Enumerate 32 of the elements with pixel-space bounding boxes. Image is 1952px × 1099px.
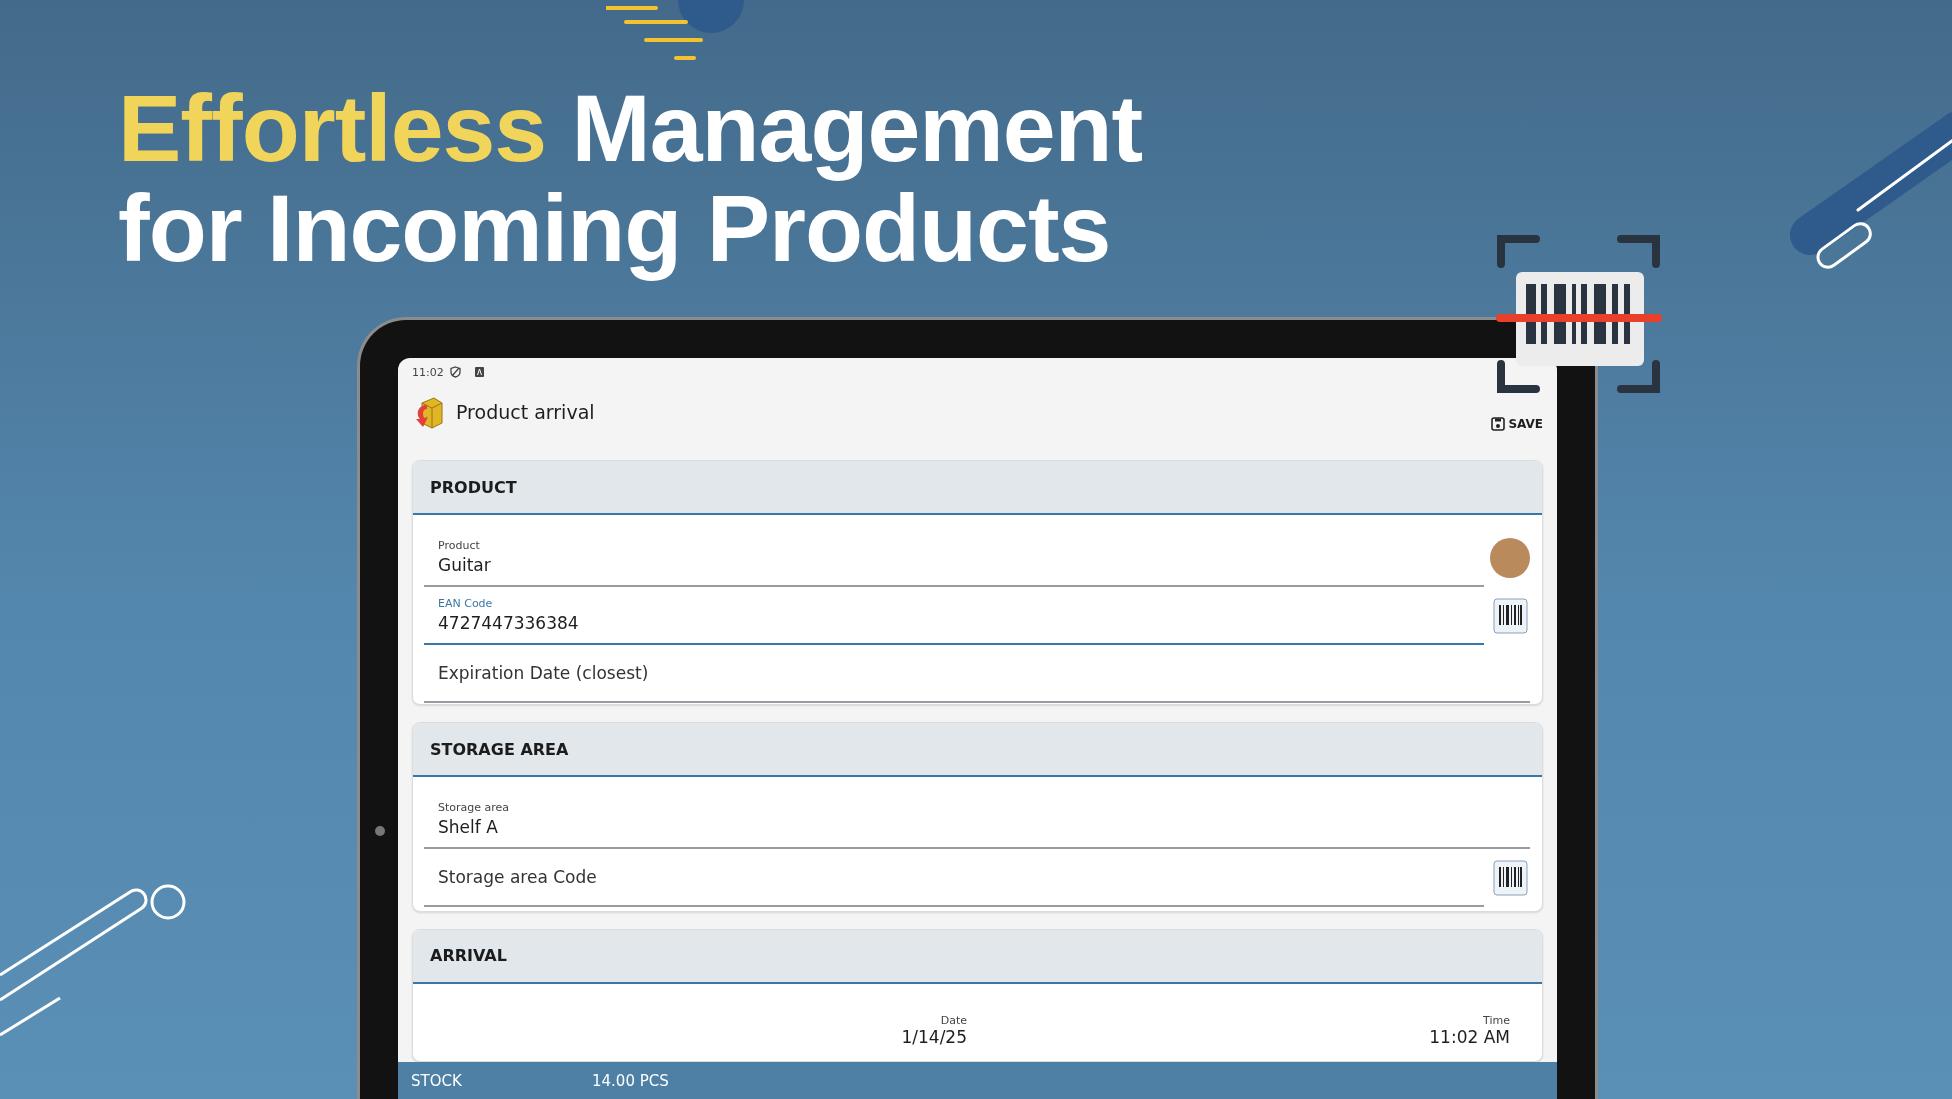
shield-icon	[449, 366, 461, 378]
field-value: 4727447336384	[438, 613, 580, 633]
screen-title: Product arrival	[456, 401, 596, 423]
section-header: STORAGE AREA	[413, 723, 1542, 778]
stock-value: 14.00 PCS	[592, 1071, 669, 1090]
field-placeholder: Storage area Code	[438, 867, 598, 888]
notification-icon	[474, 367, 484, 377]
status-time: 11:02	[412, 365, 444, 379]
text-field[interactable]: Product Guitar	[424, 529, 1484, 587]
field-label: Product	[438, 539, 481, 552]
field-label: Storage area	[438, 801, 511, 815]
field-value[interactable]: 11:02 AM	[1429, 1026, 1510, 1047]
field-label: EAN Code	[438, 597, 494, 610]
field-value: Shelf A	[438, 817, 499, 838]
text-field[interactable]: Storage area Code	[424, 849, 1484, 908]
camera-dot	[375, 826, 385, 836]
section-header: ARRIVAL	[413, 929, 1542, 984]
text-field[interactable]: Storage area Shelf A	[424, 791, 1530, 850]
field-value: Guitar	[438, 555, 492, 575]
barcode-icon[interactable]	[1490, 596, 1530, 636]
field-label: Time	[1483, 1013, 1510, 1027]
field-placeholder: Expiration Date (closest)	[438, 663, 650, 683]
headline-text: Effortless	[118, 75, 547, 181]
save-button[interactable]: SAVE	[1491, 417, 1543, 431]
package-icon	[414, 395, 444, 429]
field-value[interactable]: 1/14/25	[901, 1026, 967, 1047]
section-header: PRODUCT	[413, 461, 1542, 515]
text-field[interactable]: EAN Code 4727447336384	[424, 587, 1484, 645]
field-label: Date	[940, 1013, 967, 1027]
text-field[interactable]: Expiration Date (closest)	[424, 645, 1530, 703]
barcode-icon[interactable]	[1490, 858, 1530, 899]
stock-label: STOCK	[411, 1071, 463, 1090]
